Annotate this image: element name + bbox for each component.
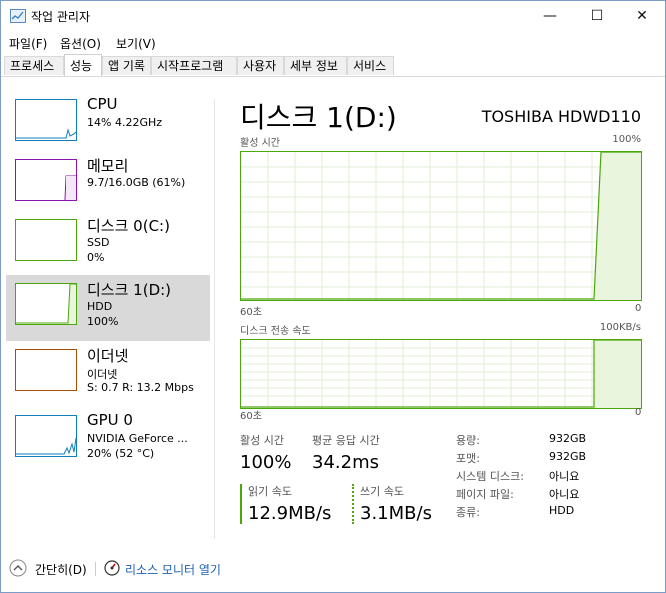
tab-users[interactable]: 사용자: [237, 56, 284, 75]
sidebar-item-usage: S: 0.7 R: 13.2 Mbps: [87, 381, 194, 394]
active-time-line: [241, 152, 641, 300]
sidebar-item-usage: 100%: [87, 315, 119, 328]
sidebar-item-usage: 20% (52 °C): [87, 447, 155, 460]
sidebar-item-label: CPU: [87, 95, 118, 113]
active-time-graph-max: 100%: [612, 134, 641, 145]
chevron-up-icon[interactable]: [9, 559, 27, 580]
transfer-rate-graph-max: 100KB/s: [599, 322, 641, 333]
memory-thumbnail-graph: [15, 159, 77, 201]
resource-monitor-icon: [104, 560, 120, 579]
sidebar-item-label: 디스크 1(D:): [87, 281, 172, 299]
tab-performance[interactable]: 성능: [64, 54, 102, 76]
sidebar-item-label: 메모리: [87, 157, 129, 175]
close-button[interactable]: ✕: [619, 1, 665, 31]
title-bar[interactable]: 작업 관리자 — ☐ ✕: [1, 1, 665, 31]
menu-bar: 파일(F) 옵션(O) 보기(V): [1, 31, 665, 53]
transfer-rate-graph-label: 디스크 전송 속도: [240, 326, 311, 337]
sidebar-item-label: 디스크 0(C:): [87, 217, 170, 235]
tab-details[interactable]: 세부 정보: [284, 56, 347, 75]
active-time-x-left: 60초: [240, 307, 262, 318]
cpu-thumbnail-graph: [15, 99, 77, 141]
active-time-fill: [594, 152, 641, 300]
tab-startup[interactable]: 시작프로그램: [151, 56, 237, 75]
system-disk-label: 시스템 디스크:: [456, 470, 524, 483]
minimize-button[interactable]: —: [527, 1, 573, 31]
transfer-rate-x-right: 0: [635, 407, 642, 418]
disk-0-thumbnail-graph: [15, 219, 77, 261]
sidebar-item-memory[interactable]: 메모리 9.7/16.0GB (61%): [6, 151, 210, 217]
avg-response-label: 평균 응답 시간: [312, 434, 380, 447]
disk-title: 디스크 1(D:): [240, 101, 397, 134]
fewer-details-button[interactable]: 간단히(D): [35, 561, 87, 578]
menu-view[interactable]: 보기(V): [116, 35, 156, 52]
read-speed-value: 12.9MB/s: [248, 503, 332, 524]
tab-services[interactable]: 서비스: [347, 56, 394, 75]
format-label: 포맷:: [456, 452, 480, 465]
transfer-rate-graph: [240, 339, 642, 409]
maximize-button[interactable]: ☐: [574, 1, 620, 31]
page-file-value: 아니요: [549, 488, 580, 501]
ethernet-thumbnail-graph: [15, 349, 77, 391]
sidebar-item-detail: SSD: [87, 236, 110, 249]
sidebar-item-detail: 9.7/16.0GB (61%): [87, 176, 186, 189]
active-time-graph: [240, 151, 642, 301]
open-resource-monitor-link[interactable]: 리소스 모니터 열기: [125, 561, 221, 578]
read-speed-indicator: [240, 484, 242, 524]
menu-options[interactable]: 옵션(O): [60, 35, 101, 52]
active-time-graph-label: 활성 시간: [240, 138, 280, 149]
system-disk-value: 아니요: [549, 470, 580, 483]
sidebar-item-disk-0[interactable]: 디스크 0(C:) SSD 0%: [6, 211, 210, 277]
sidebar-item-detail: HDD: [87, 300, 113, 313]
sidebar-item-detail: 14% 4.22GHz: [87, 116, 163, 129]
task-manager-icon: [10, 9, 26, 23]
task-manager-window: 작업 관리자 — ☐ ✕ 파일(F) 옵션(O) 보기(V) 프로세스 성능 앱…: [0, 0, 666, 593]
capacity-value: 932GB: [549, 432, 587, 445]
sidebar-item-usage: 0%: [87, 251, 105, 264]
active-time-graph-plot: [241, 152, 641, 300]
active-time-stat-value: 100%: [240, 452, 292, 473]
menu-file[interactable]: 파일(F): [9, 35, 47, 52]
tab-app-history[interactable]: 앱 기록: [102, 56, 151, 75]
tab-bar: 프로세스 성능 앱 기록 시작프로그램 사용자 세부 정보 서비스: [1, 54, 665, 77]
panel-divider: [214, 99, 215, 539]
sidebar-item-disk-1[interactable]: 디스크 1(D:) HDD 100%: [6, 275, 210, 341]
transfer-rate-graph-plot: [241, 340, 641, 408]
tab-processes[interactable]: 프로세스: [4, 56, 64, 75]
sidebar-item-detail: NVIDIA GeForce ...: [87, 432, 188, 445]
transfer-read-line: [241, 340, 641, 408]
sidebar-item-label: GPU 0: [87, 411, 133, 429]
type-label: 종류:: [456, 506, 480, 519]
write-speed-indicator: [352, 484, 354, 524]
gpu-thumbnail-graph: [15, 415, 77, 457]
sidebar-item-detail: 이더넷: [87, 368, 118, 381]
transfer-rate-fill: [594, 340, 641, 408]
transfer-rate-x-left: 60초: [240, 411, 262, 422]
page-file-label: 페이지 파일:: [456, 488, 514, 501]
footer-separator: [95, 562, 96, 576]
disk-model: TOSHIBA HDWD110: [481, 107, 641, 126]
sidebar-item-label: 이더넷: [87, 347, 129, 365]
sidebar-item-ethernet[interactable]: 이더넷 이더넷 S: 0.7 R: 13.2 Mbps: [6, 341, 210, 407]
active-time-stat-label: 활성 시간: [240, 434, 284, 447]
capacity-label: 용량:: [456, 434, 480, 447]
sidebar-item-cpu[interactable]: CPU 14% 4.22GHz: [6, 91, 210, 157]
active-time-x-right: 0: [635, 303, 642, 314]
footer-bar: 간단히(D) 리소스 모니터 열기: [1, 552, 665, 584]
read-speed-label: 읽기 속도: [248, 485, 292, 498]
write-speed-label: 쓰기 속도: [360, 485, 404, 498]
write-speed-value: 3.1MB/s: [360, 503, 432, 524]
format-value: 932GB: [549, 450, 587, 463]
type-value: HDD: [549, 504, 575, 517]
avg-response-value: 34.2ms: [312, 452, 379, 473]
window-title: 작업 관리자: [31, 10, 91, 24]
disk-1-thumbnail-graph: [15, 283, 77, 325]
sidebar-item-gpu-0[interactable]: GPU 0 NVIDIA GeForce ... 20% (52 °C): [6, 407, 210, 473]
